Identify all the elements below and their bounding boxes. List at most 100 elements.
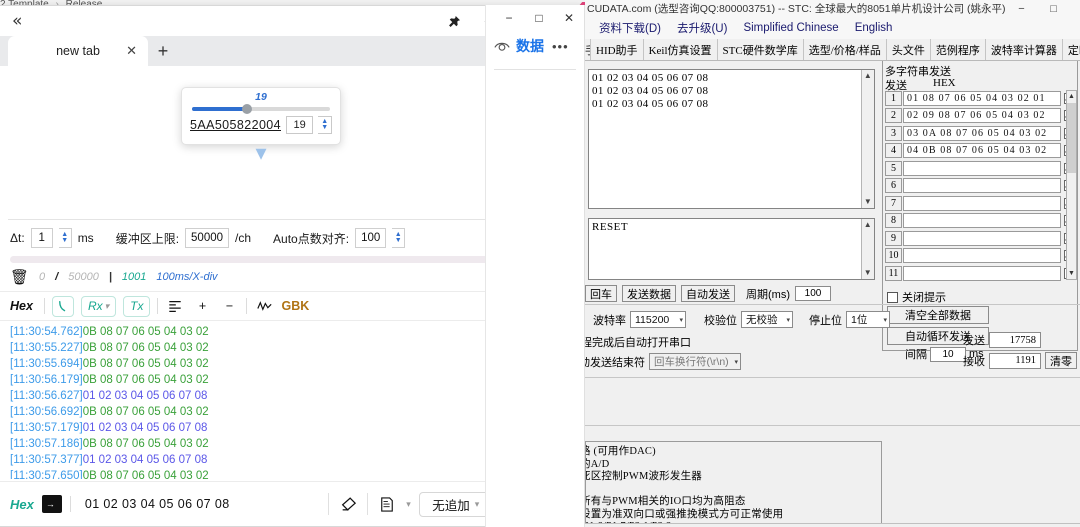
- data-maximize-button[interactable]: □: [524, 5, 554, 31]
- stc-menu-item-3[interactable]: English: [855, 22, 893, 34]
- send-data-button[interactable]: 发送数据: [622, 285, 676, 302]
- tx-filter-button[interactable]: Tx: [123, 295, 151, 317]
- multi-send-row-input[interactable]: 04 0B 08 07 06 05 04 03 02: [903, 143, 1061, 159]
- multi-send-row-index[interactable]: 1: [885, 90, 902, 106]
- multi-send-row-index[interactable]: 11: [885, 265, 902, 281]
- pin-icon[interactable]: [439, 6, 469, 36]
- send-scroll-up-icon[interactable]: ▲: [862, 219, 874, 231]
- period-input[interactable]: 100: [795, 286, 831, 301]
- stc-tab-2[interactable]: Keil仿真设置: [644, 39, 718, 60]
- multi-send-row-index[interactable]: 2: [885, 108, 902, 124]
- data-minimize-button[interactable]: −: [494, 5, 524, 31]
- auto-align-spinner[interactable]: ▲ ▼: [392, 228, 406, 248]
- multi-send-row-input[interactable]: [903, 265, 1061, 281]
- value-slider-popup[interactable]: 19 5AA505822004 19 ▲ ▼ ▾: [181, 87, 341, 164]
- data-panel-more-icon[interactable]: •••: [552, 39, 569, 54]
- text-wrap-icon[interactable]: [165, 300, 185, 313]
- multi-send-row-input[interactable]: [903, 230, 1061, 246]
- stc-menu-item-1[interactable]: 去升级(U): [677, 20, 727, 36]
- tab-close-icon[interactable]: ✕: [126, 43, 137, 59]
- multi-send-row-input[interactable]: [903, 178, 1061, 194]
- stc-tab-3[interactable]: STC硬件数学库: [718, 39, 804, 60]
- multi-send-row-input[interactable]: 01 08 07 06 05 04 03 02 01: [903, 90, 1061, 106]
- hex-mode-toggle[interactable]: Hex: [10, 299, 33, 313]
- clear-all-data-button[interactable]: 清空全部数据: [887, 306, 989, 324]
- enter-button[interactable]: 回车: [585, 285, 617, 302]
- stc-tab-5[interactable]: 头文件: [887, 39, 931, 60]
- auto-align-input[interactable]: 100: [355, 228, 387, 248]
- delta-t-spinner[interactable]: ▲ ▼: [58, 228, 72, 248]
- phone-icon[interactable]: [51, 295, 74, 317]
- signal-name-link[interactable]: 5AA505822004: [190, 118, 281, 132]
- stc-close-button[interactable]: ✕: [1070, 0, 1080, 17]
- encoding-selector[interactable]: GBK: [281, 299, 309, 313]
- multi-send-row-input[interactable]: [903, 195, 1061, 211]
- send-hex-toggle[interactable]: Hex: [10, 497, 34, 512]
- scroll-down-icon[interactable]: ▼: [862, 196, 874, 208]
- trash-icon[interactable]: 🗑: [10, 268, 29, 286]
- slider-number-input[interactable]: 19: [286, 116, 314, 134]
- stopbit-select[interactable]: 1位 ▾: [846, 311, 890, 328]
- delta-t-input[interactable]: 1: [30, 228, 53, 248]
- multi-send-row-index[interactable]: 8: [885, 213, 902, 229]
- waveform-icon[interactable]: [254, 300, 274, 312]
- rx-filter-button[interactable]: Rx ▾: [80, 295, 117, 317]
- close-tip-checkbox[interactable]: [887, 291, 898, 303]
- auto-send-button[interactable]: 自动发送: [681, 285, 735, 302]
- stc-receive-scrollbar[interactable]: ▲ ▼: [861, 70, 874, 208]
- multi-send-row-index[interactable]: 9: [885, 230, 902, 246]
- stc-tab-4[interactable]: 选型/价格/样品: [804, 39, 887, 60]
- mss-scroll-thumb[interactable]: [1067, 103, 1076, 173]
- multi-send-row-index[interactable]: 4: [885, 143, 902, 159]
- send-input[interactable]: 01 02 03 04 05 06 07 08: [79, 497, 320, 511]
- send-scroll-down-icon[interactable]: ▼: [862, 267, 874, 279]
- stc-send-scrollbar[interactable]: ▲ ▼: [861, 219, 874, 279]
- slider-spinner[interactable]: ▲ ▼: [318, 116, 332, 134]
- mss-scroll-down-icon[interactable]: ▼: [1067, 268, 1076, 279]
- multi-send-row-input[interactable]: 03 0A 08 07 06 05 04 03 02: [903, 125, 1061, 141]
- multi-send-row-index[interactable]: 6: [885, 178, 902, 194]
- multi-send-row-input[interactable]: [903, 213, 1061, 229]
- stc-minimize-button[interactable]: −: [1006, 0, 1038, 17]
- stc-tab-1[interactable]: HID助手: [591, 39, 644, 60]
- stc-menu-item-0[interactable]: 资料下载(D): [599, 20, 661, 36]
- stc-tab-7[interactable]: 波特率计算器: [986, 39, 1063, 60]
- multi-send-row-index[interactable]: 10: [885, 248, 902, 264]
- multi-send-row-input[interactable]: [903, 248, 1061, 264]
- stc-receive-textarea[interactable]: 01 02 03 04 05 06 07 08 01 02 03 04 05 06…: [588, 69, 875, 209]
- mss-scroll-up-icon[interactable]: ▲: [1067, 91, 1076, 102]
- stc-send-textarea[interactable]: RESET ▲ ▼: [588, 218, 875, 280]
- stc-maximize-button[interactable]: □: [1038, 0, 1070, 17]
- clear-counters-button[interactable]: 清零: [1045, 352, 1077, 369]
- chip-info-box[interactable]: 路 (可用作DAC)的A/D死区控制PWM波形发生器 所有与PWM相关的IO口均…: [585, 441, 882, 527]
- send-eraser-icon[interactable]: [337, 497, 359, 511]
- multi-send-scrollbar[interactable]: ▲ ▼: [1066, 90, 1077, 280]
- interval-input[interactable]: 10: [930, 346, 966, 362]
- new-tab-button[interactable]: +: [148, 36, 178, 66]
- stc-tab-8[interactable]: 定时器计算: [1063, 39, 1080, 60]
- multi-send-row-input[interactable]: 02 09 08 07 06 05 04 03 02: [903, 108, 1061, 124]
- close-tip-checkbox-row[interactable]: 关闭提示: [887, 289, 946, 305]
- parity-select[interactable]: 无校验 ▾: [741, 311, 793, 328]
- auto-end-select[interactable]: 回车换行符(\r\n) ▾: [649, 353, 741, 370]
- slider-knob[interactable]: [241, 104, 252, 114]
- multi-send-row-index[interactable]: 7: [885, 195, 902, 211]
- multi-send-row-input[interactable]: [903, 160, 1061, 176]
- multi-send-row-index[interactable]: 5: [885, 160, 902, 176]
- data-close-button[interactable]: ✕: [554, 5, 584, 31]
- scroll-up-icon[interactable]: ▲: [862, 70, 874, 82]
- document-caret-icon[interactable]: ▾: [406, 499, 411, 510]
- stc-menu-item-2[interactable]: Simplified Chinese: [743, 22, 838, 34]
- save-icon[interactable]: [41, 495, 62, 513]
- tab-new-tab[interactable]: new tab ✕: [8, 36, 148, 66]
- zoom-in-icon[interactable]: +: [192, 299, 212, 313]
- zoom-out-icon[interactable]: −: [219, 299, 239, 313]
- multi-send-row-index[interactable]: 3: [885, 125, 902, 141]
- baud-select[interactable]: 115200 ▾: [630, 311, 686, 328]
- slider-track[interactable]: [192, 104, 330, 114]
- document-icon[interactable]: [376, 496, 398, 512]
- append-mode-select[interactable]: 无追加 ▾: [418, 491, 493, 517]
- buffer-limit-input[interactable]: 50000: [185, 228, 230, 248]
- stc-tab-6[interactable]: 范例程序: [931, 39, 986, 60]
- collapse-icon[interactable]: «: [12, 12, 23, 30]
